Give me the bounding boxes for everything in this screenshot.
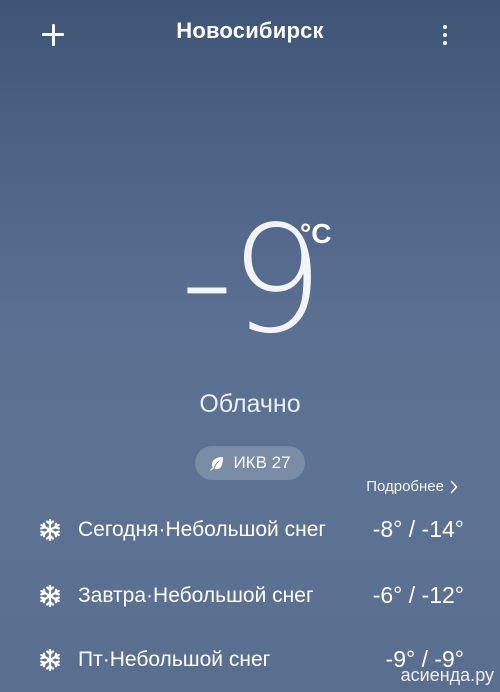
leaf-icon	[209, 455, 225, 471]
temperature-value: -9	[180, 194, 324, 366]
weather-condition: Облачно	[199, 390, 301, 418]
snowflake-icon	[38, 648, 62, 672]
air-quality-badge[interactable]: ИКВ 27	[195, 446, 305, 480]
snowflake-icon	[38, 518, 62, 542]
forecast-range: -6° / -12°	[372, 582, 464, 608]
forecast-range: -8° / -14°	[372, 516, 464, 542]
details-label: Подробнее	[366, 478, 444, 495]
top-bar: Новосибирск	[0, 0, 500, 70]
more-vertical-icon	[443, 25, 447, 29]
forecast-label: Пт·Небольшой снег	[78, 648, 271, 671]
forecast-label: Сегодня·Небольшой снег	[78, 518, 327, 541]
snowflake-icon	[38, 584, 62, 608]
forecast-label: Завтра·Небольшой снег	[78, 584, 314, 607]
aqi-label: ИКВ 27	[233, 453, 291, 472]
temperature-unit: °C	[300, 218, 332, 249]
watermark: асиенда.ру	[400, 665, 494, 685]
city-title: Новосибирск	[176, 18, 324, 43]
details-link[interactable]: Подробнее	[366, 478, 458, 495]
forecast-row-tomorrow[interactable]: Завтра·Небольшой снег -6° / -12°	[0, 568, 500, 624]
more-options-button[interactable]	[432, 20, 458, 50]
current-temperature: -9 °C	[0, 190, 500, 370]
forecast-row-today[interactable]: Сегодня·Небольшой снег -8° / -14°	[0, 502, 500, 558]
chevron-right-icon	[450, 480, 458, 494]
